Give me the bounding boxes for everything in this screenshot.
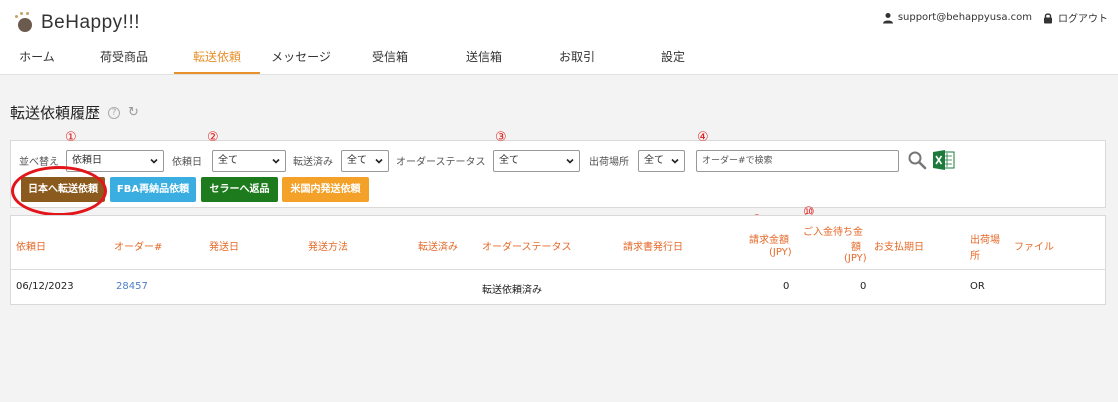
logo[interactable]: BeHappy!!! [14,12,140,34]
col-location-2: 所 [970,251,980,262]
user-area: support@behappyusa.com ログアウト [882,10,1108,25]
date-label: 依頼日 [172,157,202,168]
nav-received-items[interactable]: 荷受商品 [74,42,174,74]
status-label: オーダーステータス [396,157,486,168]
highlight-oval [11,166,107,216]
top-bar: BeHappy!!! support@behappyusa.com ログアウト … [0,0,1118,75]
nav-transactions[interactable]: お取引 [530,42,624,74]
filter-panel: 並べ替え 依頼日 依頼日 全て 転送済み 全て オーダーステータス 全て 出荷場… [10,140,1106,208]
help-icon[interactable]: ? [108,106,121,119]
chevron-down-icon [671,158,679,164]
lock-icon [1044,12,1052,23]
col-ship-date[interactable]: 発送日 [209,238,239,253]
col-pending-amount-2: 額 [851,242,861,253]
refresh-icon[interactable]: ↻ [128,105,139,120]
orders-table: 依頼日 オーダー# 発送日 発送方法 転送済み オーダーステータス 請求書発行日… [10,215,1106,305]
return-to-seller-button[interactable]: セラーへ返品 [201,177,278,202]
location-label: 出荷場所 [589,157,629,168]
page-title: 転送依頼履歴 [10,104,101,122]
annotation-3: ③ [495,130,507,145]
logo-text: BeHappy!!! [41,12,140,33]
cell-order-status: 転送依頼済み [482,285,542,296]
logout-link[interactable]: ログアウト [1058,10,1108,25]
transferred-select[interactable]: 全て [341,150,389,172]
annotation-2: ② [207,130,219,145]
status-select[interactable]: 全て [493,150,580,172]
col-ship-method[interactable]: 発送方法 [308,238,348,253]
col-invoice-date[interactable]: 請求書発行日 [623,238,683,253]
nav-transfer-request[interactable]: 転送依頼 [174,42,260,74]
date-select[interactable]: 全て [212,150,286,172]
annotation-1: ① [65,130,77,145]
col-pay-due[interactable]: お支払期日 [874,238,924,253]
cell-order-no-link[interactable]: 28457 [116,281,148,292]
col-request-date[interactable]: 依頼日 [16,238,46,253]
nav-outbox[interactable]: 送信箱 [438,42,530,74]
col-file[interactable]: ファイル [1014,238,1054,253]
user-icon [882,12,893,23]
page-title-area: 転送依頼履歴 ? ↻ [10,102,139,123]
cell-request-date: 06/12/2023 [16,281,74,292]
nav-home[interactable]: ホーム [0,42,74,74]
nav-settings[interactable]: 設定 [624,42,722,74]
col-order-status[interactable]: オーダーステータス [482,238,572,253]
main-nav: ホーム 荷受商品 転送依頼 メッセージ 受信箱 送信箱 お取引 設定 [0,42,722,74]
excel-export-icon[interactable] [933,150,955,170]
col-invoice-amount-unit: (JPY) [769,247,792,258]
cell-location: OR [970,281,985,292]
chevron-down-icon [375,158,383,164]
search-icon[interactable] [907,150,927,170]
col-pending-amount-unit: (JPY) [844,253,867,264]
cell-pending-amount: 0 [860,281,867,292]
location-select[interactable]: 全て [638,150,685,172]
nav-messages[interactable]: メッセージ [260,42,342,74]
order-search-input[interactable]: オーダー#で検索 [696,150,899,172]
annotation-4: ④ [697,130,709,145]
col-invoice-amount[interactable]: 請求金額 [749,231,789,246]
transferred-label: 転送済み [293,157,333,168]
chevron-down-icon [272,158,280,164]
table-header-row: 依頼日 オーダー# 発送日 発送方法 転送済み オーダーステータス 請求書発行日… [11,216,1105,270]
fba-reship-button[interactable]: FBA再納品依頼 [110,177,196,202]
cell-invoice-amount: 0 [783,281,790,292]
chevron-down-icon [566,158,574,164]
logo-mark-icon [14,12,36,34]
chevron-down-icon [150,158,158,164]
user-email[interactable]: support@behappyusa.com [898,12,1032,23]
domestic-us-shipping-button[interactable]: 米国内発送依頼 [282,177,369,202]
col-location[interactable]: 出荷場 [970,231,1000,246]
col-order-no[interactable]: オーダー# [114,238,162,253]
nav-inbox[interactable]: 受信箱 [342,42,438,74]
col-pending-amount[interactable]: ご入金待ち金 [803,223,863,238]
col-transferred[interactable]: 転送済み [418,238,458,253]
